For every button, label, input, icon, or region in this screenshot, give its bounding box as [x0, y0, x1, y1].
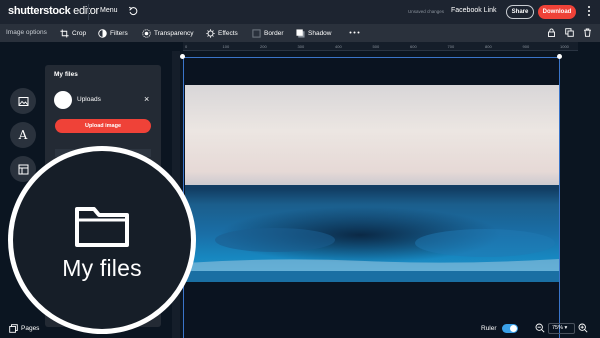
ruler-toggle[interactable]: [502, 324, 518, 333]
uploads-folder-row[interactable]: Uploads ×: [54, 91, 154, 109]
transparency-button[interactable]: Transparency: [142, 27, 194, 39]
image-options-label: Image options: [6, 29, 47, 36]
filters-label: Filters: [110, 29, 128, 37]
ruler-tick-label: 100: [222, 44, 230, 49]
shadow-button[interactable]: Shadow: [296, 27, 332, 39]
ruler-tick-label: 800: [485, 44, 492, 49]
shadow-label: Shadow: [308, 29, 332, 37]
pages-icon: [9, 323, 18, 333]
border-icon: [252, 28, 261, 38]
shutterstock-logo[interactable]: shutterstock editor: [8, 5, 99, 17]
ruler-tick-label: 400: [335, 44, 342, 49]
callout-label: My files: [62, 254, 142, 281]
zoom-out-icon[interactable]: [535, 323, 545, 333]
folder-icon: [75, 206, 129, 247]
image-options-bar: Image options Crop Filters Transparency …: [0, 24, 600, 42]
ruler-tick-label: 600: [410, 44, 417, 49]
close-icon[interactable]: ×: [144, 94, 149, 104]
editor-app: shutterstock editor Menu Unsaved changes…: [0, 0, 600, 338]
transparency-icon: [142, 28, 151, 38]
border-label: Border: [264, 29, 284, 37]
document-title[interactable]: Facebook Link: [451, 7, 497, 14]
seascape-painting: [185, 85, 559, 282]
text-icon: A: [18, 128, 28, 142]
border-button[interactable]: Border: [252, 27, 284, 39]
logo-bold-text: shutterstock: [8, 5, 71, 17]
image-icon: [18, 96, 28, 106]
upload-image-button[interactable]: Upload image: [55, 119, 151, 133]
ruler-tick-label: 700: [447, 44, 455, 49]
unsaved-changes-text: Unsaved changes: [408, 9, 445, 14]
effects-icon: [206, 28, 215, 38]
uploads-thumbnail: [54, 91, 72, 109]
pages-button[interactable]: Pages: [9, 322, 39, 334]
panel-title: My files: [54, 71, 78, 78]
selected-image-artwork[interactable]: [185, 85, 559, 282]
text-tool-button[interactable]: A: [10, 122, 36, 148]
zoom-in-icon[interactable]: [578, 323, 588, 333]
ruler-tick-label: 300: [297, 44, 305, 49]
crop-button[interactable]: Crop: [60, 27, 86, 39]
top-bar: shutterstock editor Menu Unsaved changes…: [0, 0, 600, 24]
top-ruler: 0 100 200 300 400 500 600 700 800 900 1000: [183, 42, 578, 51]
lock-icon[interactable]: [547, 28, 556, 37]
effects-label: Effects: [218, 29, 238, 37]
resize-handle-top-left[interactable]: [180, 54, 185, 59]
download-button[interactable]: Download: [538, 5, 576, 19]
transparency-label: Transparency: [154, 29, 194, 37]
more-vertical-icon[interactable]: [584, 4, 594, 18]
filters-icon: [98, 28, 107, 38]
resize-handle-top-right[interactable]: [557, 54, 562, 59]
more-options-icon[interactable]: [349, 28, 360, 37]
pages-label: Pages: [21, 324, 40, 332]
share-button[interactable]: Share: [506, 5, 534, 19]
images-tool-button[interactable]: [10, 88, 36, 114]
filters-button[interactable]: Filters: [98, 27, 128, 39]
divider: [88, 4, 89, 20]
templates-icon: [18, 164, 28, 174]
effects-button[interactable]: Effects: [206, 27, 238, 39]
uploads-label: Uploads: [77, 96, 101, 103]
zoom-level-select[interactable]: 75% ▾: [548, 323, 575, 334]
ruler-tick-label: 900: [522, 44, 530, 49]
logo-light-text: editor: [70, 5, 99, 17]
menu-button[interactable]: Menu: [100, 7, 118, 14]
ruler-toggle-label: Ruler: [481, 325, 497, 332]
ruler-tick-label: 500: [372, 44, 380, 49]
trash-icon[interactable]: [583, 28, 592, 37]
ruler-tick-label: 200: [260, 44, 267, 49]
crop-label: Crop: [72, 29, 87, 37]
ruler-tick-label: 0: [185, 44, 188, 49]
undo-icon[interactable]: [128, 6, 138, 16]
ruler-tick-label: 1000: [560, 44, 569, 49]
callout-inner: My files: [13, 151, 191, 329]
my-files-callout: My files: [8, 146, 196, 334]
shadow-icon: [296, 28, 305, 38]
crop-icon: [60, 28, 69, 38]
duplicate-icon[interactable]: [565, 28, 574, 37]
